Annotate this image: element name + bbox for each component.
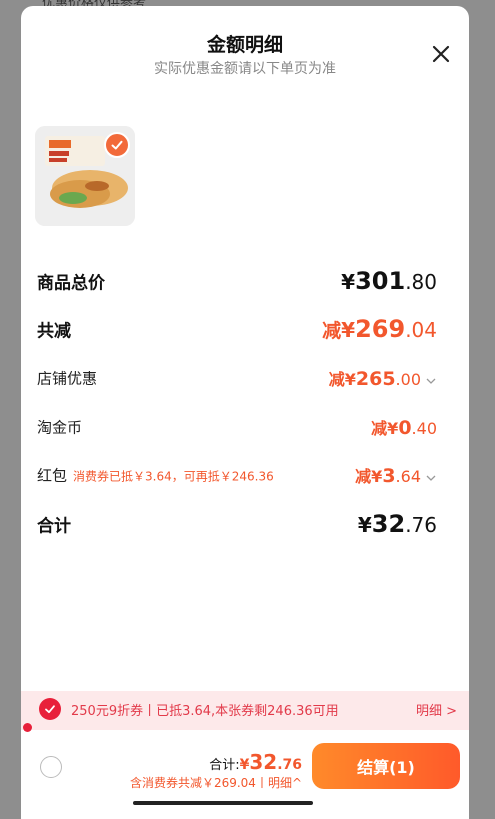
row-total-discount: 共减 减¥269.04 bbox=[37, 314, 437, 344]
total-discount-amount: 减¥269.04 bbox=[322, 315, 437, 343]
total-discount-label: 共减 bbox=[37, 321, 71, 342]
amount-detail-sheet: 金额明细 实际优惠金额请以下单页为准 商品总价 ¥301.80 共减 减¥269… bbox=[21, 6, 469, 819]
close-icon bbox=[432, 45, 450, 63]
chevron-down-icon bbox=[426, 475, 436, 481]
red-packet-label: 红包 消费券已抵￥3.64，可再抵￥246.36 bbox=[37, 466, 274, 485]
taojinbi-amount: 减¥0.40 bbox=[371, 417, 437, 439]
row-taojinbi: 淘金币 减¥0.40 bbox=[37, 412, 437, 442]
sheet-subtitle: 实际优惠金额请以下单页为准 bbox=[154, 61, 336, 77]
shop-discount-amount: 减¥265.00 bbox=[329, 366, 437, 390]
coupon-text: 250元9折券丨已抵3.64,本张券剩246.36可用 bbox=[71, 703, 339, 719]
subtotal-label: 合计 bbox=[37, 516, 71, 537]
product-selected-badge bbox=[104, 132, 130, 158]
check-icon bbox=[45, 705, 55, 714]
footer-total: 合计:¥32.76 bbox=[209, 750, 302, 774]
row-subtotal: 合计 ¥32.76 bbox=[37, 509, 437, 539]
footer-saving-detail[interactable]: 含消费券共减￥269.04丨明细^ bbox=[130, 774, 302, 791]
select-all-radio[interactable] bbox=[40, 756, 62, 778]
row-total-price: 商品总价 ¥301.80 bbox=[37, 266, 437, 296]
close-button[interactable] bbox=[427, 40, 455, 68]
home-indicator bbox=[133, 801, 313, 805]
check-icon bbox=[111, 140, 123, 150]
checkout-button[interactable]: 结算(1) bbox=[312, 743, 460, 789]
total-price-label: 商品总价 bbox=[37, 273, 105, 294]
shop-discount-label: 店铺优惠 bbox=[37, 369, 98, 388]
sheet-title: 金额明细 bbox=[206, 34, 283, 56]
taojinbi-label: 淘金币 bbox=[37, 418, 83, 437]
coupon-checkbox[interactable] bbox=[39, 698, 61, 720]
row-shop-discount[interactable]: 店铺优惠 减¥265.00 bbox=[37, 363, 437, 393]
chevron-down-icon bbox=[426, 378, 436, 384]
coupon-progress-track bbox=[21, 726, 469, 730]
red-packet-amount: 减¥3.64 bbox=[355, 463, 437, 487]
red-packet-note: 消费券已抵￥3.64，可再抵￥246.36 bbox=[73, 469, 274, 484]
coupon-progress-dot bbox=[23, 723, 32, 732]
row-red-packet[interactable]: 红包 消费券已抵￥3.64，可再抵￥246.36 减¥3.64 bbox=[37, 460, 437, 490]
coupon-bar: 250元9折券丨已抵3.64,本张券剩246.36可用 明细 > bbox=[21, 691, 469, 727]
subtotal-amount: ¥32.76 bbox=[357, 510, 437, 538]
coupon-detail-link[interactable]: 明细 > bbox=[416, 700, 457, 719]
total-price-amount: ¥301.80 bbox=[341, 267, 437, 295]
